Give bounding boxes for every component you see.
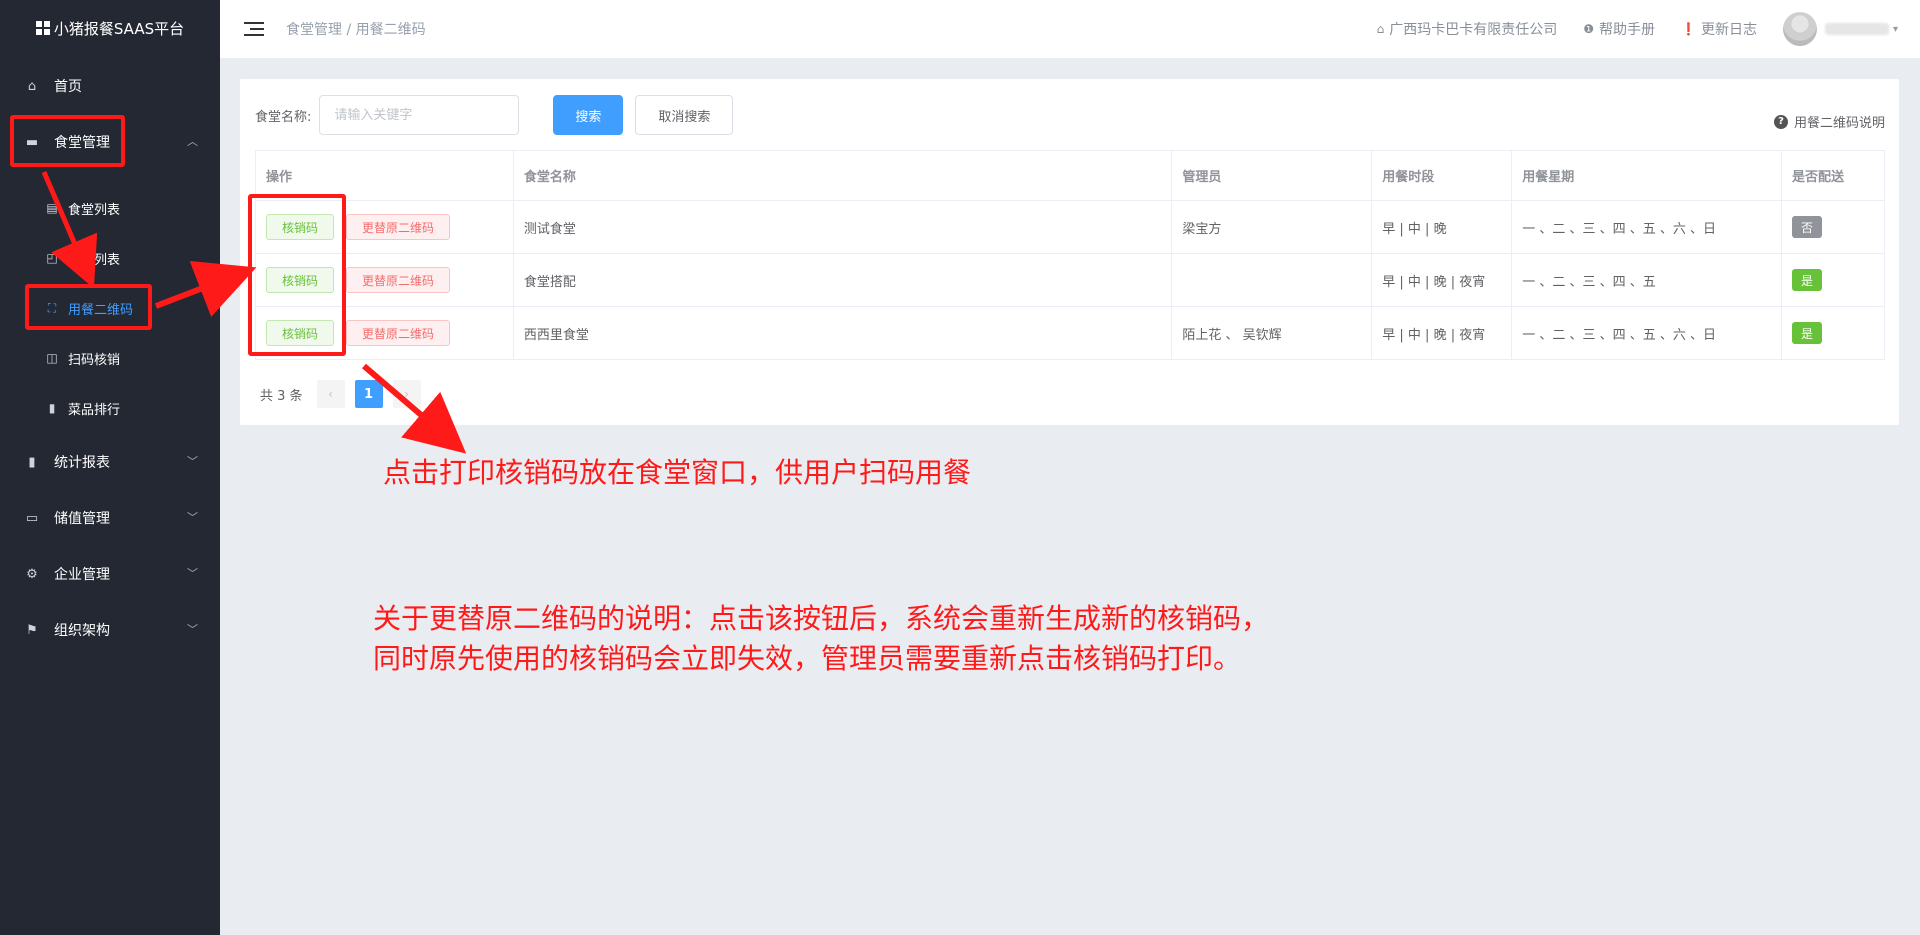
annotation-note-replace-line1: 关于更替原二维码的说明：点击该按钮后，系统会重新生成新的核销码，	[373, 602, 1270, 635]
annotation-note-print: 点击打印核销码放在食堂窗口，供用户扫码用餐	[383, 456, 972, 489]
arrow-to-note	[362, 363, 467, 454]
annotation-note-replace-line2: 同时原先使用的核销码会立即失效，管理员需要重新点击核销码打印。	[373, 642, 1242, 675]
arrow-to-verify-buttons	[154, 260, 257, 317]
arrow-to-qrcode-menu	[41, 171, 98, 289]
